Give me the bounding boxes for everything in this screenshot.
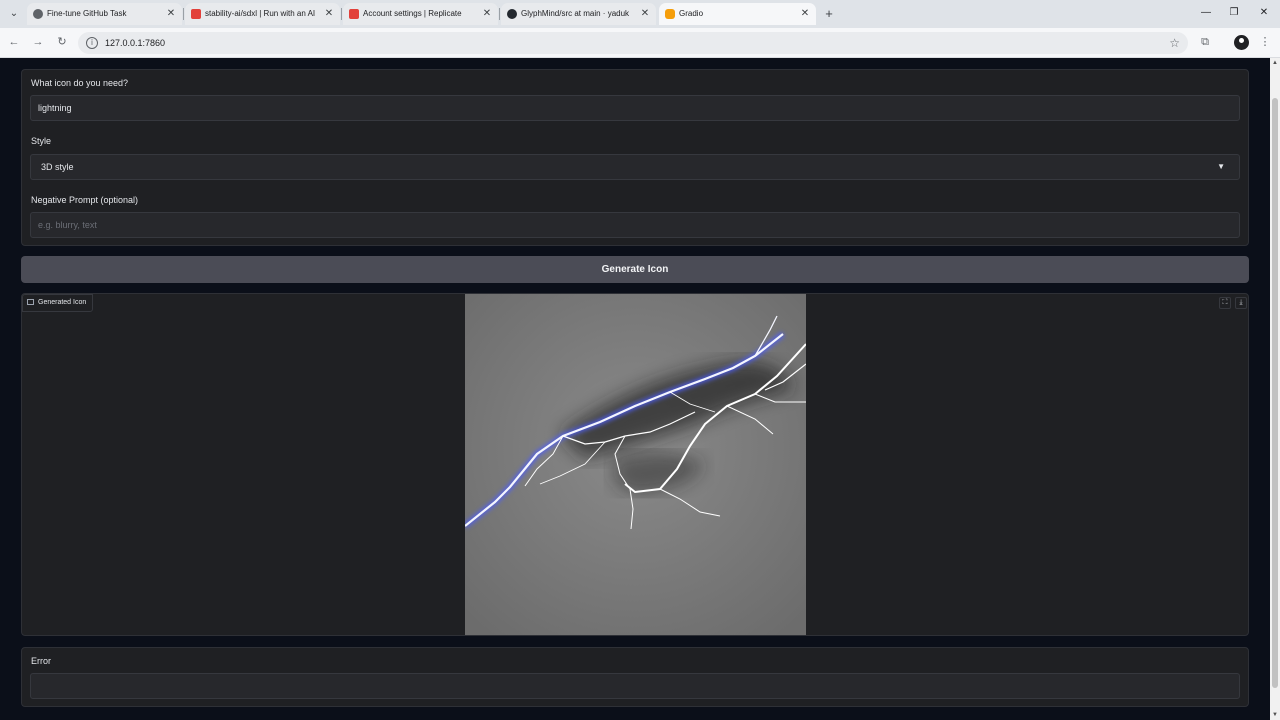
- download-icon[interactable]: ⤓: [1235, 297, 1247, 309]
- error-label: Error: [31, 656, 51, 666]
- close-icon[interactable]: ✕: [322, 3, 336, 25]
- negative-prompt-input[interactable]: e.g. blurry, text: [30, 212, 1240, 238]
- address-bar[interactable]: i 127.0.0.1:7860 ☆: [78, 32, 1188, 54]
- image-output-label-text: Generated Icon: [38, 299, 87, 306]
- icon-prompt-input[interactable]: lightning: [30, 95, 1240, 121]
- generated-image-panel: Generated Icon ⛶ ⤓: [21, 293, 1249, 636]
- tab-divider: [341, 8, 342, 20]
- style-dropdown[interactable]: 3D style ▼: [30, 154, 1240, 180]
- page-scrollbar[interactable]: ▲ ▼: [1270, 58, 1280, 720]
- style-selected-value: 3D style: [41, 162, 74, 172]
- page-viewport: What icon do you need? lightning Style 3…: [0, 58, 1270, 720]
- browser-toolbar: ← → ↻ i 127.0.0.1:7860 ☆ ⧉ ⋮: [0, 28, 1280, 58]
- error-panel: Error: [21, 647, 1249, 707]
- tab-stability-sdxl[interactable]: stability-ai/sdxl | Run with an AI ✕: [185, 3, 340, 25]
- fullscreen-icon[interactable]: ⛶: [1219, 297, 1231, 309]
- site-info-icon[interactable]: i: [86, 37, 98, 49]
- tab-account-settings[interactable]: Account settings | Replicate ✕: [343, 3, 498, 25]
- tab-divider: [499, 8, 500, 20]
- tab-strip: ⌄ Fine-tune GitHub Task ✕ stability-ai/s…: [0, 0, 1280, 28]
- gradio-favicon-icon: [665, 9, 675, 19]
- bookmark-star-icon[interactable]: ☆: [1169, 32, 1180, 54]
- style-label: Style: [31, 136, 52, 146]
- tab-gradio[interactable]: Gradio ✕: [659, 3, 816, 25]
- error-output[interactable]: [30, 673, 1240, 699]
- replicate-favicon-icon: [191, 9, 201, 19]
- forward-arrow-icon[interactable]: →: [30, 34, 46, 50]
- browser-menu-icon[interactable]: ⋮: [1259, 34, 1271, 50]
- scroll-thumb[interactable]: [1272, 98, 1278, 688]
- image-output-label: Generated Icon: [22, 294, 94, 312]
- lightning-image: [463, 294, 807, 635]
- image-icon: [27, 299, 34, 305]
- back-arrow-icon[interactable]: ←: [6, 34, 22, 50]
- github-favicon-icon: [33, 9, 43, 19]
- tab-glyphmind[interactable]: GlyphMind/src at main · yaduk ✕: [501, 3, 656, 25]
- profile-avatar[interactable]: [1234, 35, 1249, 50]
- reload-icon[interactable]: ↻: [54, 34, 70, 50]
- github-favicon-icon: [507, 9, 517, 19]
- scroll-down-arrow-icon[interactable]: ▼: [1272, 712, 1278, 718]
- new-tab-button[interactable]: +: [820, 5, 838, 23]
- tab-title: Fine-tune GitHub Task: [47, 9, 127, 18]
- tab-divider: [183, 8, 184, 20]
- replicate-favicon-icon: [349, 9, 359, 19]
- close-icon[interactable]: ✕: [164, 3, 178, 25]
- minimize-icon[interactable]: —: [1198, 5, 1214, 21]
- tab-title: stability-ai/sdxl | Run with an AI: [205, 9, 316, 18]
- close-icon[interactable]: ✕: [480, 3, 494, 25]
- restore-icon[interactable]: ❐: [1226, 5, 1242, 21]
- chevron-down-icon[interactable]: ⌄: [6, 6, 22, 22]
- tab-title: Account settings | Replicate: [363, 9, 462, 18]
- tab-title: GlyphMind/src at main · yaduk: [521, 9, 630, 18]
- close-icon[interactable]: ✕: [638, 3, 652, 25]
- negative-prompt-label: Negative Prompt (optional): [31, 195, 139, 205]
- icon-prompt-label: What icon do you need?: [31, 78, 129, 88]
- generate-icon-button[interactable]: Generate Icon: [21, 256, 1249, 283]
- scroll-up-arrow-icon[interactable]: ▲: [1272, 60, 1278, 66]
- tab-fine-tune[interactable]: Fine-tune GitHub Task ✕: [27, 3, 182, 25]
- window-close-icon[interactable]: ✕: [1256, 5, 1272, 21]
- close-icon[interactable]: ✕: [798, 3, 812, 25]
- input-panel: What icon do you need? lightning Style 3…: [21, 69, 1249, 246]
- extensions-icon[interactable]: ⧉: [1198, 35, 1212, 49]
- address-url[interactable]: 127.0.0.1:7860: [105, 32, 165, 54]
- generated-icon-image: [463, 294, 807, 635]
- dropdown-arrow-icon[interactable]: ▼: [1217, 155, 1225, 179]
- tab-title: Gradio: [679, 9, 704, 18]
